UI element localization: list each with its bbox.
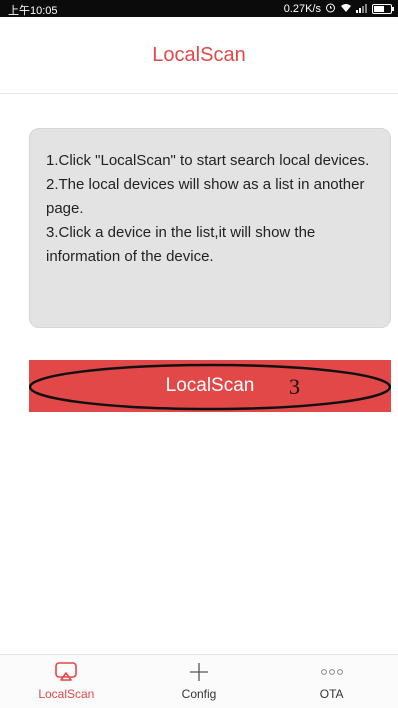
wifi-icon xyxy=(340,3,352,16)
instructions-card: 1.Click "LocalScan" to start search loca… xyxy=(29,128,391,328)
alarm-clock-icon xyxy=(325,2,336,16)
status-indicators: 0.27K/s xyxy=(283,2,394,16)
tab-config[interactable]: Config xyxy=(133,655,266,708)
app-header: LocalScan xyxy=(0,17,398,94)
tab-label-ota: OTA xyxy=(319,687,344,701)
tab-ota[interactable]: OTA xyxy=(265,655,398,708)
instruction-line-2: 2.The local devices will show as a list … xyxy=(46,176,365,217)
instruction-line-1: 1.Click "LocalScan" to start search loca… xyxy=(46,152,370,169)
tab-label-localscan: LocalScan xyxy=(38,687,95,701)
bottom-tab-bar: LocalScan Config OTA xyxy=(0,654,398,708)
more-dots-icon xyxy=(319,661,345,683)
status-time: 上午10:05 xyxy=(8,5,58,17)
plus-icon xyxy=(186,661,212,683)
page-title: LocalScan xyxy=(152,43,246,66)
network-speed: 0.27K/s xyxy=(283,3,321,15)
cast-screen-icon xyxy=(53,661,79,683)
tab-label-config: Config xyxy=(181,687,217,701)
status-bar: 上午10:05 0.27K/s xyxy=(0,0,398,17)
tab-localscan[interactable]: LocalScan xyxy=(0,655,133,708)
signal-icon xyxy=(356,3,368,16)
battery-icon xyxy=(372,4,394,14)
localscan-button-label: LocalScan xyxy=(165,375,255,396)
instruction-line-3: 3.Click a device in the list,it will sho… xyxy=(46,224,316,265)
localscan-button[interactable]: LocalScan xyxy=(29,360,391,412)
